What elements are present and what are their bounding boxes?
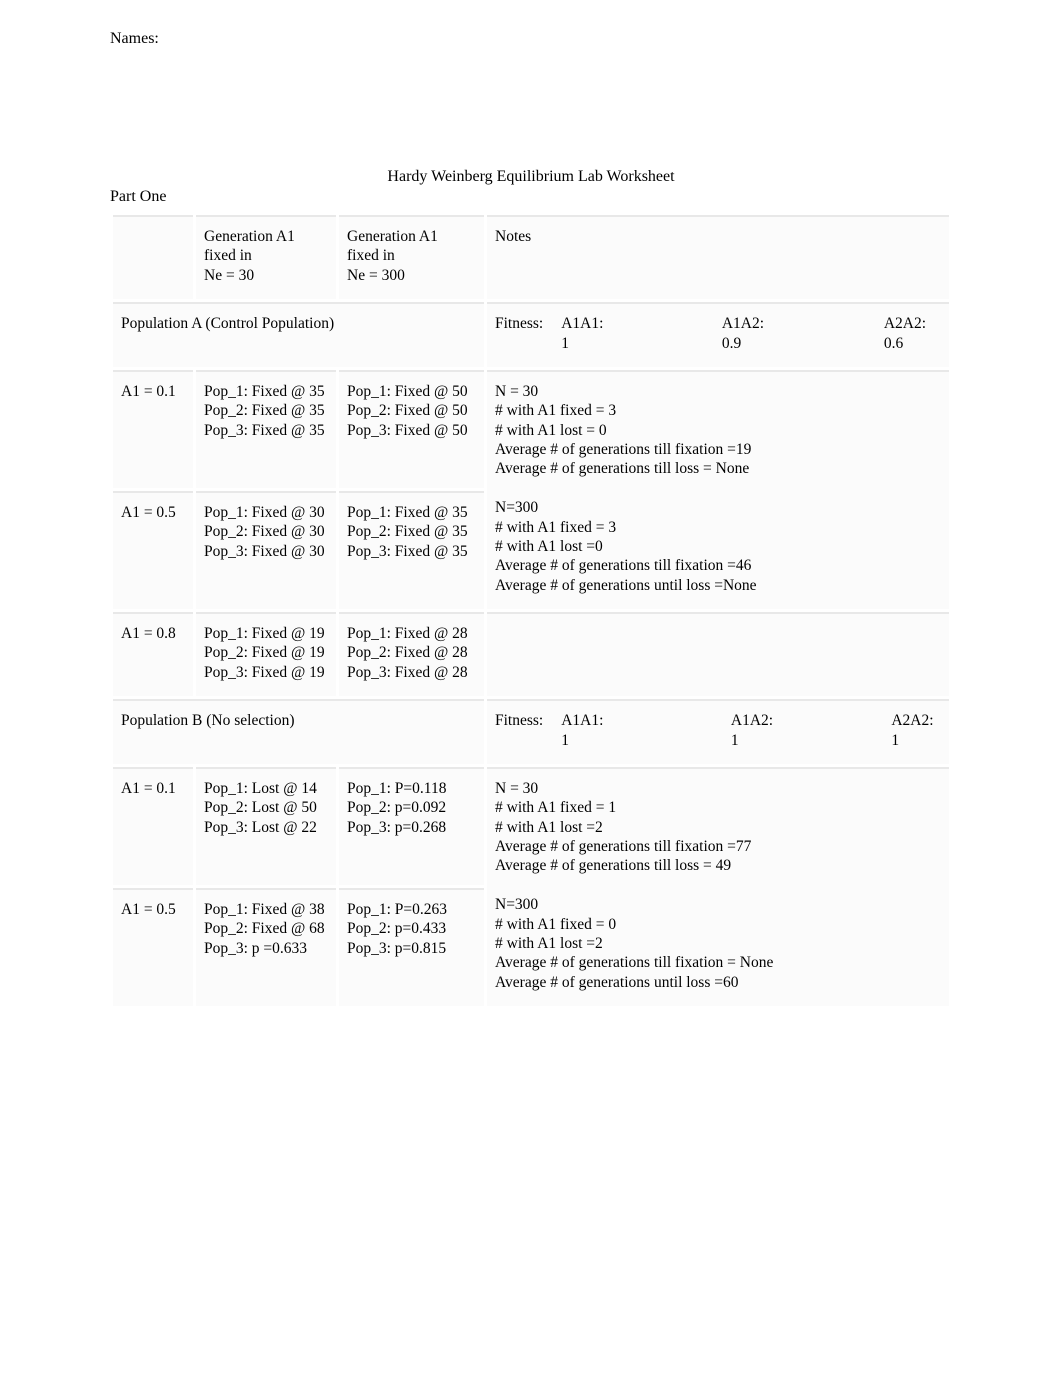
cell-a1: A1 = 0.1	[113, 370, 193, 488]
table-row: A1 = 0.1 Pop_1: Fixed @ 35 Pop_2: Fixed …	[113, 370, 949, 488]
table-header-row: Generation A1 fixed in Ne = 30 Generatio…	[113, 215, 949, 299]
cell-notes: N = 30 # with A1 fixed = 3 # with A1 los…	[487, 370, 949, 609]
population-a-row: Population A (Control Population) Fitnes…	[113, 302, 949, 367]
worksheet-title: Hardy Weinberg Equilibrium Lab Worksheet	[110, 168, 952, 186]
cell-a1: A1 = 0.5	[113, 491, 193, 609]
table-row: A1 = 0.1 Pop_1: Lost @ 14 Pop_2: Lost @ …	[113, 767, 949, 885]
header-blank	[113, 215, 193, 299]
cell-ne30: Pop_1: Fixed @ 30 Pop_2: Fixed @ 30 Pop_…	[196, 491, 336, 609]
fitness-a1a2: A1A2: 1	[731, 711, 781, 750]
cell-ne30: Pop_1: Fixed @ 38 Pop_2: Fixed @ 68 Pop_…	[196, 888, 336, 1006]
fitness-label: Fitness:	[495, 314, 543, 353]
cell-ne300: Pop_1: P=0.263 Pop_2: p=0.433 Pop_3: p=0…	[339, 888, 484, 1006]
cell-a1: A1 = 0.5	[113, 888, 193, 1006]
fitness-label: Fitness:	[495, 711, 543, 750]
table-row: A1 = 0.8 Pop_1: Fixed @ 19 Pop_2: Fixed …	[113, 612, 949, 696]
part-one-label: Part One	[110, 188, 952, 206]
population-a-label: Population A (Control Population)	[113, 302, 484, 367]
notes-text: N=300 # with A1 fixed = 0 # with A1 lost…	[495, 896, 773, 991]
cell-ne300: Pop_1: Fixed @ 28 Pop_2: Fixed @ 28 Pop_…	[339, 612, 484, 696]
cell-a1: A1 = 0.1	[113, 767, 193, 885]
fitness-a2a2: A2A2: 1	[891, 711, 941, 750]
fitness-a1a2: A1A2: 0.9	[722, 314, 779, 353]
fitness-a2a2: A2A2: 0.6	[884, 314, 941, 353]
cell-ne30: Pop_1: Fixed @ 35 Pop_2: Fixed @ 35 Pop_…	[196, 370, 336, 488]
population-a-fitness: Fitness: A1A1: 1 A1A2: 0.9 A2A2: 0.6	[487, 302, 949, 367]
population-b-row: Population B (No selection) Fitness: A1A…	[113, 699, 949, 764]
notes-text: N=300 # with A1 fixed = 3 # with A1 lost…	[495, 499, 757, 594]
names-label: Names:	[110, 30, 952, 48]
cell-ne300: Pop_1: Fixed @ 35 Pop_2: Fixed @ 35 Pop_…	[339, 491, 484, 609]
cell-ne30: Pop_1: Fixed @ 19 Pop_2: Fixed @ 19 Pop_…	[196, 612, 336, 696]
cell-notes	[487, 612, 949, 696]
fitness-a1a1: A1A1: 1	[561, 314, 608, 353]
notes-text: N = 30 # with A1 fixed = 1 # with A1 los…	[495, 780, 751, 875]
cell-ne300: Pop_1: P=0.118 Pop_2: p=0.092 Pop_3: p=0…	[339, 767, 484, 885]
population-b-fitness: Fitness: A1A1: 1 A1A2: 1 A2A2: 1	[487, 699, 949, 764]
cell-ne30: Pop_1: Lost @ 14 Pop_2: Lost @ 50 Pop_3:…	[196, 767, 336, 885]
cell-notes: N = 30 # with A1 fixed = 1 # with A1 los…	[487, 767, 949, 1006]
cell-a1: A1 = 0.8	[113, 612, 193, 696]
notes-text: N = 30 # with A1 fixed = 3 # with A1 los…	[495, 383, 751, 478]
population-b-label: Population B (No selection)	[113, 699, 484, 764]
fitness-a1a1: A1A1: 1	[561, 711, 611, 750]
header-ne300: Generation A1 fixed in Ne = 300	[339, 215, 484, 299]
header-ne30: Generation A1 fixed in Ne = 30	[196, 215, 336, 299]
worksheet-table: Generation A1 fixed in Ne = 30 Generatio…	[110, 212, 952, 1009]
header-notes: Notes	[487, 215, 949, 299]
cell-ne300: Pop_1: Fixed @ 50 Pop_2: Fixed @ 50 Pop_…	[339, 370, 484, 488]
